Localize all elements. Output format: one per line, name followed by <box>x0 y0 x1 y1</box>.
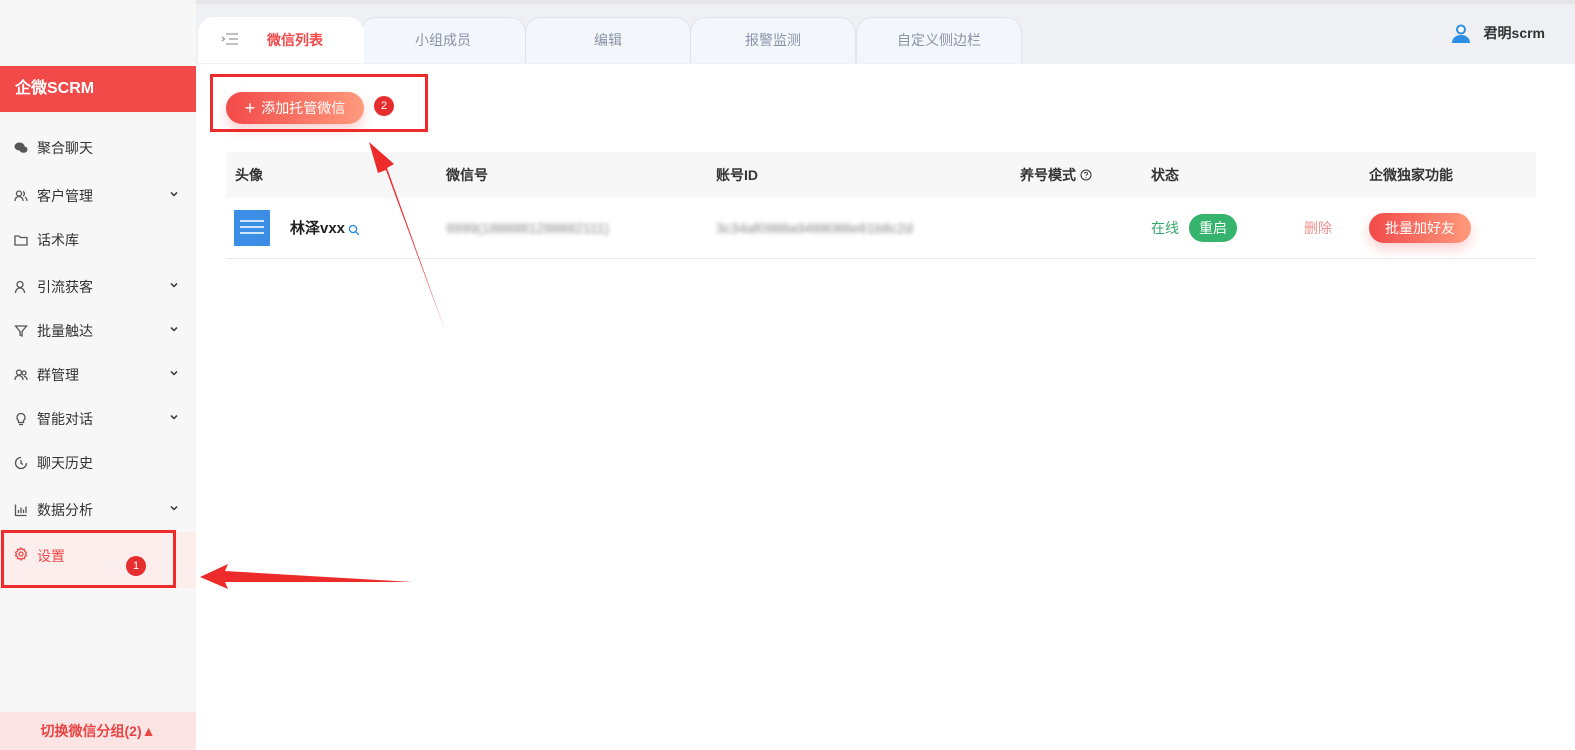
table-header: 头像 微信号 账号ID 养号模式 状态 企微独家功能 <box>226 152 1536 198</box>
tab-label: 编辑 <box>594 32 622 48</box>
sidebar-item-aggregate-chat[interactable]: 聚合聊天 <box>0 128 196 168</box>
sidebar: 企微SCRM 聚合聊天 客户管理 话术库 引流获客 批量触达 群管理 智能对话 … <box>0 0 196 750</box>
delete-link[interactable]: 删除 <box>1304 198 1332 259</box>
user-icon <box>13 279 29 295</box>
sidebar-item-label: 聚合聊天 <box>37 140 93 156</box>
sidebar-item-label: 批量触达 <box>37 323 93 339</box>
chevron-down-icon <box>170 414 178 420</box>
tab-alarm-monitor[interactable]: 报警监测 <box>690 17 856 63</box>
tab-label: 微信列表 <box>267 32 323 48</box>
col-avatar: 头像 <box>235 167 263 183</box>
account-nickname: 林泽vxx <box>290 220 346 237</box>
sidebar-item-label: 聊天历史 <box>37 455 93 471</box>
chevron-down-icon <box>170 505 178 511</box>
help-icon[interactable] <box>1080 169 1092 181</box>
col-status: 状态 <box>1151 167 1179 183</box>
chevron-down-icon <box>170 326 178 332</box>
sidebar-item-customers[interactable]: 客户管理 <box>0 176 196 216</box>
tab-edit[interactable]: 编辑 <box>525 17 691 63</box>
col-account-id: 账号ID <box>716 167 758 183</box>
chevron-down-icon <box>170 370 178 376</box>
batch-add-friends-button[interactable]: 批量加好友 <box>1369 213 1471 243</box>
col-mode: 养号模式 <box>1020 167 1076 183</box>
sidebar-item-groups[interactable]: 群管理 <box>0 355 196 395</box>
tab-custom-sidebar[interactable]: 自定义侧边栏 <box>856 17 1022 63</box>
customers-icon <box>13 188 29 204</box>
group-icon <box>13 367 29 383</box>
wechat-icon <box>13 140 29 156</box>
sidebar-item-chat-history[interactable]: 聊天历史 <box>0 443 196 483</box>
menu-collapse-icon[interactable] <box>221 32 239 46</box>
tab-label: 报警监测 <box>745 32 801 48</box>
search-icon[interactable] <box>348 224 360 236</box>
sidebar-item-label: 智能对话 <box>37 411 93 427</box>
brand-title: 企微SCRM <box>0 66 196 112</box>
wechat-id-value: 9999(1888881288882111) <box>446 220 609 236</box>
annotation-box-add <box>210 74 428 132</box>
status-online: 在线 <box>1151 220 1179 236</box>
sidebar-item-smart-dialog[interactable]: 智能对话 <box>0 399 196 439</box>
table-row: 林泽vxx 9999(1888881288882111) 3c34af0988a… <box>226 198 1536 259</box>
col-wechat-id: 微信号 <box>446 167 488 183</box>
sidebar-item-data-analysis[interactable]: 数据分析 <box>0 490 196 530</box>
username: 君明scrm <box>1483 25 1545 41</box>
annotation-box-settings <box>1 530 176 588</box>
sidebar-item-label: 话术库 <box>37 232 79 248</box>
account-avatar <box>234 210 270 246</box>
annotation-badge-2: 2 <box>374 96 394 116</box>
tab-label: 自定义侧边栏 <box>897 32 981 48</box>
account-id-value: 3c34af0988a9488088e61b8c2d <box>716 220 913 236</box>
user-menu[interactable]: 君明scrm <box>1450 22 1545 44</box>
history-icon <box>13 455 29 471</box>
restart-button[interactable]: 重启 <box>1189 214 1237 242</box>
funnel-icon <box>13 323 29 339</box>
annotation-badge-1: 1 <box>126 556 146 576</box>
switch-wechat-group-button[interactable]: 切换微信分组(2)▲ <box>0 712 196 750</box>
col-exclusive: 企微独家功能 <box>1369 167 1453 183</box>
tab-group-members[interactable]: 小组成员 <box>360 17 526 63</box>
sidebar-item-label: 群管理 <box>37 367 79 383</box>
chevron-down-icon <box>170 282 178 288</box>
user-avatar-icon <box>1451 24 1470 43</box>
sidebar-item-acquisition[interactable]: 引流获客 <box>0 267 196 307</box>
tab-label: 小组成员 <box>415 32 471 48</box>
sidebar-item-label: 客户管理 <box>37 188 93 204</box>
bulb-icon <box>13 411 29 427</box>
top-divider <box>196 0 1575 4</box>
folder-icon <box>13 232 29 248</box>
sidebar-item-batch-reach[interactable]: 批量触达 <box>0 311 196 351</box>
chevron-down-icon <box>170 191 178 197</box>
sidebar-item-scripts[interactable]: 话术库 <box>0 220 196 260</box>
chart-icon <box>13 502 29 518</box>
sidebar-item-label: 数据分析 <box>37 502 93 518</box>
sidebar-item-label: 引流获客 <box>37 279 93 295</box>
